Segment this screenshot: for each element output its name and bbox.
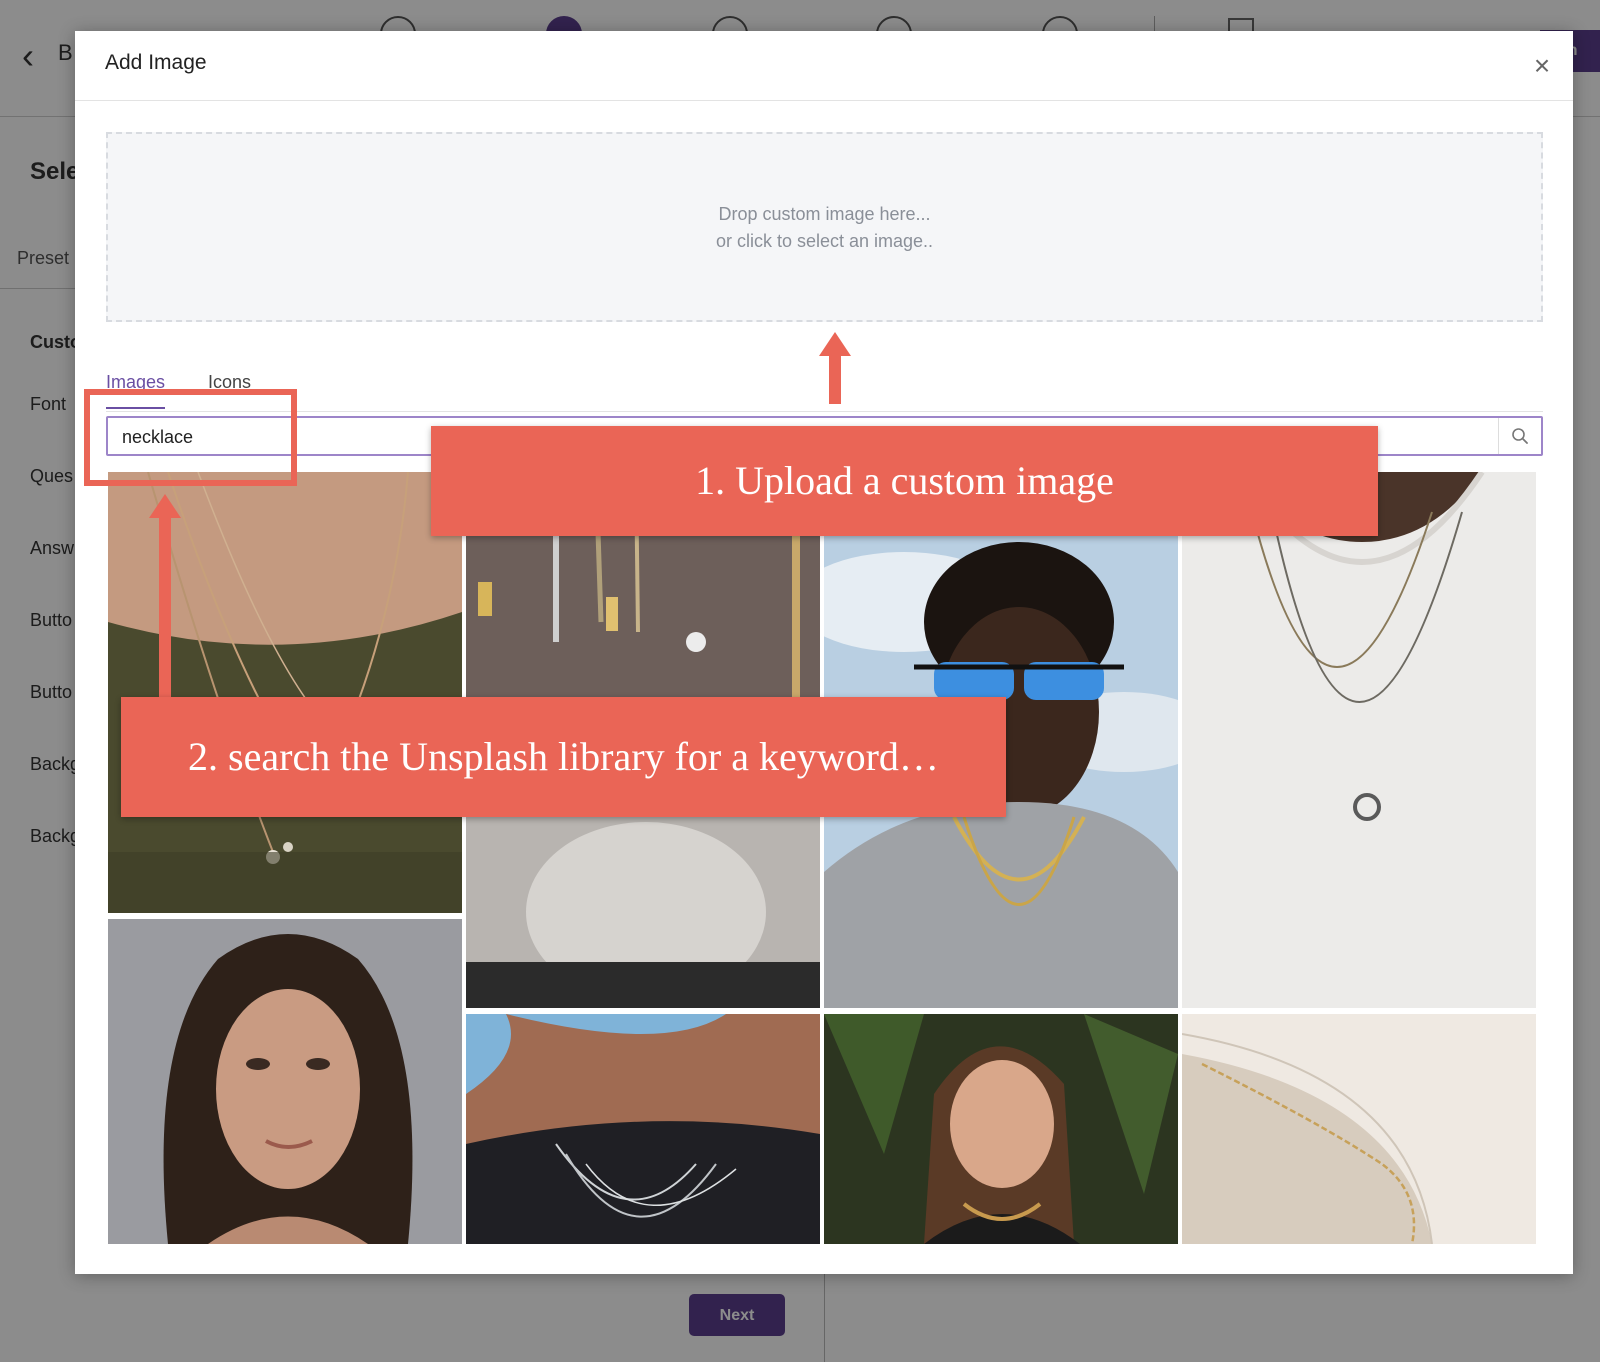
result-image[interactable] — [824, 1014, 1178, 1244]
search-icon — [1512, 428, 1528, 444]
result-image[interactable] — [1182, 472, 1536, 1008]
add-image-modal: Add Image × Drop custom image here... or… — [75, 31, 1573, 1274]
callout-upload: 1. Upload a custom image — [431, 426, 1378, 536]
arrow-up-icon — [149, 494, 181, 698]
modal-title: Add Image — [105, 51, 207, 74]
result-image[interactable] — [1182, 1014, 1536, 1244]
result-image[interactable] — [108, 919, 462, 1244]
arrow-up-icon — [819, 332, 851, 404]
callout-search: 2. search the Unsplash library for a key… — [121, 697, 1006, 817]
search-highlight-box — [84, 389, 297, 486]
result-image[interactable] — [466, 1014, 820, 1244]
dropzone-text-primary: Drop custom image here... — [718, 204, 931, 224]
dropzone-text-secondary: or click to select an image.. — [715, 231, 934, 251]
close-icon[interactable]: × — [1527, 51, 1557, 81]
search-button[interactable] — [1498, 418, 1541, 454]
image-dropzone[interactable]: Drop custom image here... or click to se… — [106, 132, 1543, 322]
modal-header: Add Image × — [75, 31, 1573, 101]
